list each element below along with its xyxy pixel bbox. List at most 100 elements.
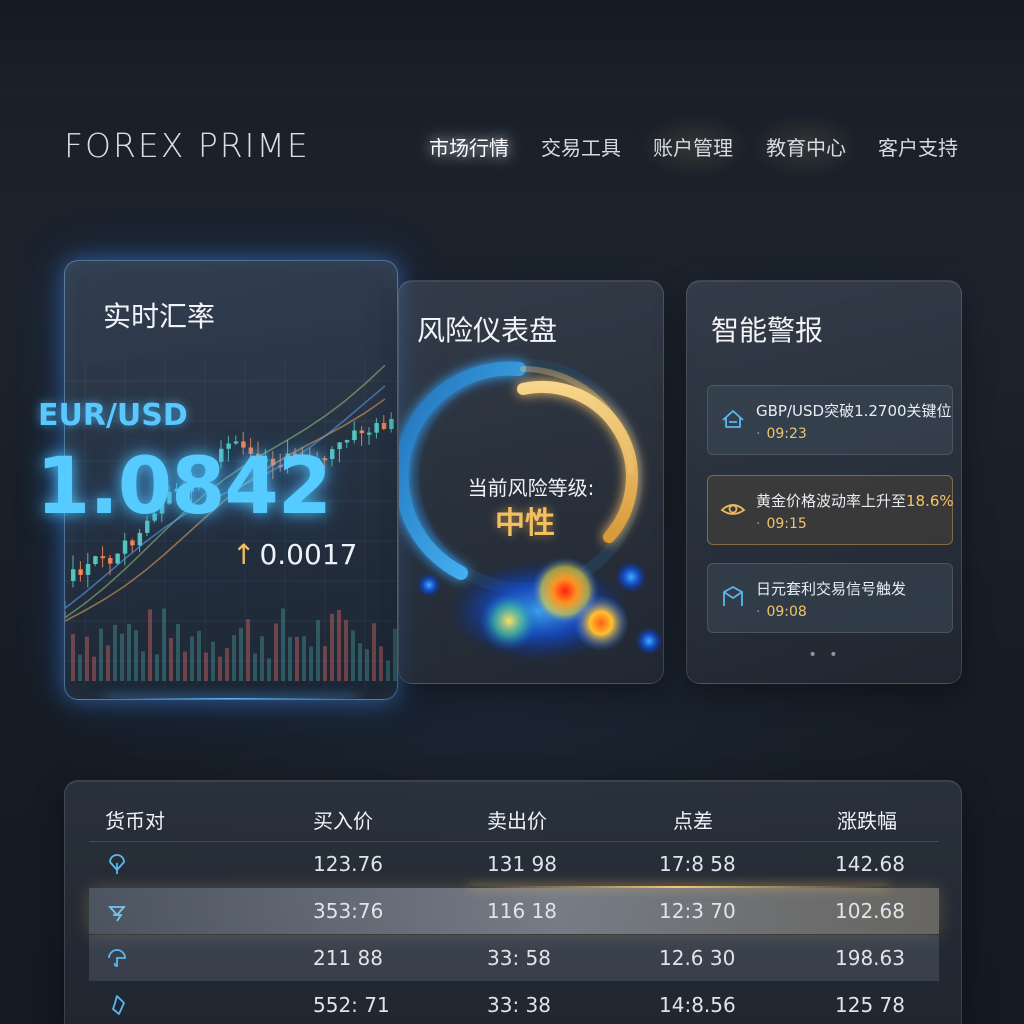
volume-bar <box>197 630 201 681</box>
volume-bar <box>225 647 229 681</box>
volume-bar <box>92 656 96 681</box>
nav-item-support[interactable]: 客户支持 <box>878 130 958 163</box>
page: FOREX PRIME 市场行情 交易工具 账户管理 教育中心 客户支持 实时汇… <box>0 0 1024 1024</box>
table-row[interactable]: 123.76 131 98 17:8 58 142.68 <box>89 841 939 887</box>
rate-value: 1.0842 <box>36 442 332 532</box>
alert-time: · 09:23 <box>756 426 807 442</box>
candle-body <box>115 553 120 564</box>
signal-icon <box>723 586 743 606</box>
volume-bar <box>372 623 376 681</box>
volume-bar <box>295 636 299 681</box>
nav-item-education[interactable]: 教育中心 <box>766 130 846 163</box>
rate-change: ↑ 0.0017 <box>232 538 357 571</box>
candle-body <box>367 432 372 435</box>
volume-bar <box>211 641 215 681</box>
volume-bar <box>71 634 75 681</box>
col-header-ask[interactable]: 卖出价 <box>487 805 547 834</box>
col-header-spread[interactable]: 点差 <box>673 805 713 834</box>
currency-pair-label: EUR/USD <box>38 398 188 433</box>
candle-body <box>337 442 342 450</box>
card-title: 智能警报 <box>711 314 824 347</box>
cell-spread: 12.6 30 <box>659 946 736 970</box>
volume-bar <box>309 646 313 681</box>
more-dots[interactable]: • • <box>687 647 961 663</box>
volume-bar <box>267 658 271 681</box>
gauge-low-arc <box>399 361 526 580</box>
arrow-up-icon: ↑ <box>232 538 256 571</box>
cell-spread: 17:8 58 <box>659 852 736 876</box>
candle-body <box>130 540 135 546</box>
volume-bar <box>358 643 362 681</box>
volume-bar <box>316 620 320 681</box>
volume-bar <box>204 652 208 681</box>
col-header-pair[interactable]: 货币对 <box>105 805 165 834</box>
candle-body <box>100 556 106 559</box>
volume-bar <box>330 613 334 681</box>
candle-body <box>344 440 350 443</box>
volume-bar <box>85 636 89 681</box>
candle-body <box>71 569 76 581</box>
candle-body <box>389 418 394 429</box>
candle-body <box>137 532 143 546</box>
table-row[interactable]: 211 88 33: 58 12.6 30 198.63 <box>89 935 939 981</box>
volume-bar <box>379 646 383 681</box>
volume-bar <box>239 627 243 681</box>
cell-change: 198.63 <box>835 946 905 970</box>
volume-bar <box>288 636 292 681</box>
volume-bar <box>106 645 110 681</box>
volume-bar <box>386 660 390 681</box>
alert-item[interactable]: 黄金价格波动率上升至18.6% · 09:15 <box>707 475 954 545</box>
volume-bar <box>113 624 117 681</box>
col-header-change[interactable]: 涨跌幅 <box>837 805 897 834</box>
alert-item[interactable]: GBP/USD突破1.2700关键位 · 09:23 <box>707 385 953 455</box>
nav-item-market[interactable]: 市场行情 <box>409 110 533 182</box>
cell-bid: 552: 71 <box>313 993 390 1017</box>
candle-body <box>352 430 357 441</box>
volume-bar <box>337 610 341 681</box>
cell-spread: 14:8.56 <box>659 993 736 1017</box>
volume-bar <box>99 628 103 681</box>
cell-ask: 33: 38 <box>487 993 551 1017</box>
currency-icon <box>109 854 125 874</box>
volume-bar <box>344 619 348 681</box>
main-nav: 市场行情 交易工具 账户管理 教育中心 客户支持 <box>0 110 1024 182</box>
currency-icon <box>108 949 126 967</box>
alert-time: · 09:08 <box>756 604 807 620</box>
cell-change: 102.68 <box>835 899 905 923</box>
alert-item[interactable]: 日元套利交易信号触发 · 09:08 <box>707 563 953 633</box>
alert-time: · 09:15 <box>756 516 807 532</box>
cell-change: 125 78 <box>835 993 905 1017</box>
table-row[interactable]: 353:76 116 18 12:3 70 102.68 <box>89 886 939 934</box>
volume-bar <box>260 636 264 681</box>
candle-body <box>85 563 91 575</box>
cell-ask: 116 18 <box>487 899 557 923</box>
cell-bid: 123.76 <box>313 852 383 876</box>
volume-bar <box>274 623 278 681</box>
volume-bar <box>183 651 187 681</box>
cell-bid: 211 88 <box>313 946 383 970</box>
alert-text: 日元套利交易信号触发 <box>756 580 907 598</box>
nav-item-account[interactable]: 账户管理 <box>653 130 733 163</box>
table-row[interactable]: 552: 71 33: 38 14:8.56 125 78 <box>89 982 939 1024</box>
volume-bar <box>302 636 306 681</box>
volume-bar <box>127 624 131 681</box>
alert-highlight: 18.6% <box>906 492 954 510</box>
volume-bar <box>120 633 124 681</box>
risk-caption: 当前风险等级: <box>467 476 595 500</box>
volume-bar <box>169 637 173 681</box>
candle-body <box>374 422 379 433</box>
rate-change-value: 0.0017 <box>259 538 358 571</box>
volume-bar <box>281 608 285 681</box>
nav-item-tools[interactable]: 交易工具 <box>541 130 621 163</box>
currency-icon <box>112 995 125 1015</box>
smart-alerts-card[interactable]: 智能警报 GBP/USD突破1.2700关键位 · 09:23 黄金价格波动率上升… <box>686 280 962 684</box>
top-band <box>0 0 1024 92</box>
alert-text: 黄金价格波动率上升至18.6% <box>756 492 954 510</box>
col-header-bid[interactable]: 买入价 <box>313 805 373 834</box>
eye-icon <box>720 504 746 515</box>
cell-spread: 12:3 70 <box>659 899 736 923</box>
bull-icon <box>722 410 744 428</box>
risk-level-value: 中性 <box>495 506 555 541</box>
cell-change: 142.68 <box>835 852 905 876</box>
volume-bar <box>155 654 159 681</box>
